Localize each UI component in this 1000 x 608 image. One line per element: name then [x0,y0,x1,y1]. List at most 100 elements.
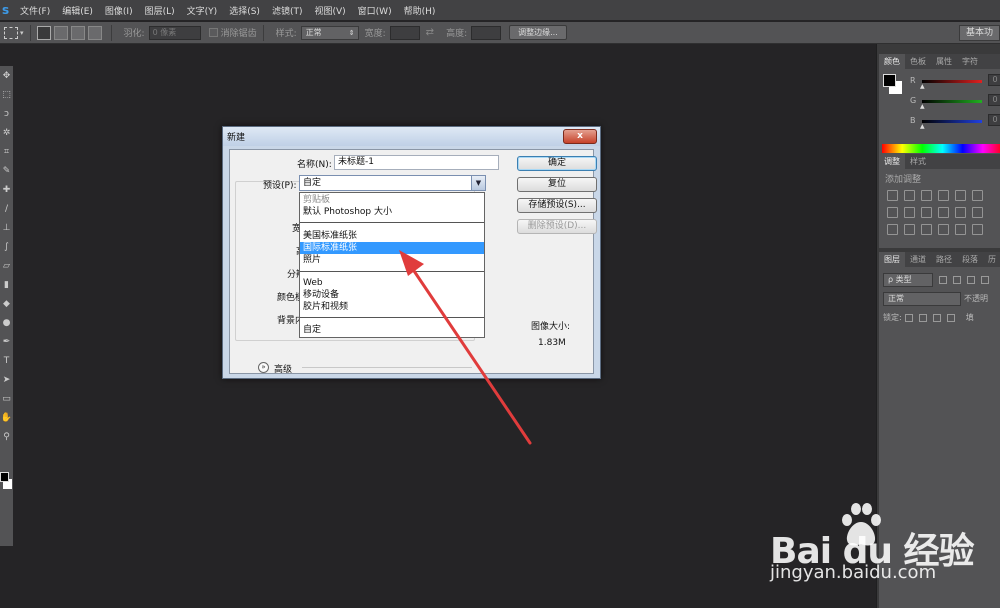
red-thumb-icon[interactable]: ▲ [920,83,925,90]
posterize-icon[interactable] [887,224,898,235]
menu-window[interactable]: 窗口(W) [352,4,398,17]
menu-image[interactable]: 图像(I) [99,4,139,17]
lasso-tool-icon[interactable]: ↄ [0,104,13,123]
dialog-titlebar[interactable]: 新建 [223,127,600,146]
lock-transparent-icon[interactable] [904,313,913,322]
green-thumb-icon[interactable]: ▲ [920,103,925,110]
option-clipboard[interactable]: 剪贴板 [300,194,484,206]
tool-preset-caret-icon[interactable]: ▾ [20,29,24,37]
dodge-tool-icon[interactable]: ● [0,313,13,332]
tab-paragraph[interactable]: 段落 [957,252,983,267]
advanced-toggle-icon[interactable]: » [258,362,269,373]
green-track[interactable] [922,100,982,103]
exposure-icon[interactable] [938,190,949,201]
zoom-tool-icon[interactable]: ⚲ [0,427,13,446]
brush-tool-icon[interactable]: ∕ [0,199,13,218]
lock-position-icon[interactable] [932,313,941,322]
tab-history[interactable]: 历 [983,252,1000,267]
hue-icon[interactable] [972,190,983,201]
name-input[interactable]: 未标题-1 [334,155,499,170]
menu-help[interactable]: 帮助(H) [398,4,442,17]
advanced-label[interactable]: 高级 [274,362,292,375]
healing-tool-icon[interactable]: ✚ [0,180,13,199]
lock-image-icon[interactable] [918,313,927,322]
shadows-icon[interactable] [955,224,966,235]
delete-preset-button[interactable]: 删除预设(D)... [517,219,597,234]
color-spectrum-bar[interactable] [882,144,1000,153]
red-value[interactable]: 0 [988,74,1000,86]
blur-tool-icon[interactable]: ◆ [0,294,13,313]
close-button[interactable]: x [563,129,597,144]
red-slider[interactable]: R ▲ 0 [910,74,1000,92]
filter-pixel-icon[interactable] [939,275,947,284]
blue-slider[interactable]: B ▲ 0 [910,114,1000,132]
menu-type[interactable]: 文字(Y) [181,4,224,17]
marquee-tool-icon[interactable]: ⬚ [0,85,13,104]
tab-channels[interactable]: 通道 [905,252,931,267]
black-white-icon[interactable] [904,207,915,218]
option-web[interactable]: Web [300,277,484,289]
filter-type-icon[interactable] [967,275,975,284]
magic-wand-tool-icon[interactable]: ✲ [0,123,13,142]
marquee-tool-icon[interactable] [4,26,18,39]
filter-adjust-icon[interactable] [953,275,961,284]
menu-edit[interactable]: 编辑(E) [56,4,99,17]
option-mobile[interactable]: 移动设备 [300,289,484,301]
color-lookup-icon[interactable] [955,207,966,218]
refine-edge-button[interactable]: 调整边缘... [509,25,567,40]
layer-kind-select[interactable]: ρ 类型 [883,272,933,287]
tab-adjustments[interactable]: 调整 [879,154,905,169]
menu-filter[interactable]: 滤镜(T) [266,4,309,17]
channel-mixer-icon[interactable] [938,207,949,218]
gradient-tool-icon[interactable]: ▮ [0,275,13,294]
foreground-color-swatch[interactable] [0,472,9,482]
option-film-video[interactable]: 胶片和视频 [300,301,484,313]
selective-color-icon[interactable] [938,224,949,235]
filter-shape-icon[interactable] [981,275,989,284]
tab-layers[interactable]: 图层 [879,252,905,267]
height-input[interactable] [471,25,502,40]
preset-select[interactable]: 自定 ▼ [299,175,486,191]
dropdown-arrow-icon[interactable]: ▼ [471,176,485,190]
ok-button[interactable]: 确定 [517,156,597,171]
lock-all-icon[interactable] [946,313,955,322]
tab-character[interactable]: 字符 [957,54,983,69]
brightness-icon[interactable] [887,190,898,201]
menu-select[interactable]: 选择(S) [223,4,266,17]
option-us-paper[interactable]: 美国标准纸张 [300,230,484,242]
tab-paths[interactable]: 路径 [931,252,957,267]
tab-properties[interactable]: 属性 [931,54,957,69]
history-brush-tool-icon[interactable]: ∫ [0,237,13,256]
antialias-checkbox[interactable] [208,28,218,37]
option-default-size[interactable]: 默认 Photoshop 大小 [300,206,484,218]
crop-tool-icon[interactable]: ⌗ [0,142,13,161]
eraser-tool-icon[interactable]: ▱ [0,256,13,275]
curves-icon[interactable] [921,190,932,201]
menu-view[interactable]: 视图(V) [308,4,351,17]
color-balance-icon[interactable] [887,207,898,218]
intersect-selection-icon[interactable] [87,25,102,40]
blend-mode-select[interactable]: 正常 [883,291,961,306]
tab-color[interactable]: 颜色 [879,54,905,69]
gradient-map-icon[interactable] [921,224,932,235]
blue-track[interactable] [922,120,982,123]
threshold-icon[interactable] [904,224,915,235]
blue-value[interactable]: 0 [988,114,1000,126]
option-photo[interactable]: 照片 [300,254,484,266]
move-tool-icon[interactable]: ✥ [0,66,13,85]
menu-layer[interactable]: 图层(L) [139,4,181,17]
feather-input[interactable]: 0 像素 [148,25,201,40]
option-international-paper[interactable]: 国际标准纸张 [300,242,484,254]
option-custom[interactable]: 自定 [300,324,484,336]
path-selection-tool-icon[interactable]: ➤ [0,370,13,389]
new-selection-icon[interactable] [36,25,51,40]
stamp-tool-icon[interactable]: ⊥ [0,218,13,237]
type-tool-icon[interactable]: T [0,351,13,370]
blue-thumb-icon[interactable]: ▲ [920,123,925,130]
green-slider[interactable]: G ▲ 0 [910,94,1000,112]
style-select[interactable]: 正常 [300,25,359,40]
subtract-selection-icon[interactable] [70,25,85,40]
green-value[interactable]: 0 [988,94,1000,106]
shape-tool-icon[interactable]: ▭ [0,389,13,408]
invert-icon[interactable] [972,207,983,218]
